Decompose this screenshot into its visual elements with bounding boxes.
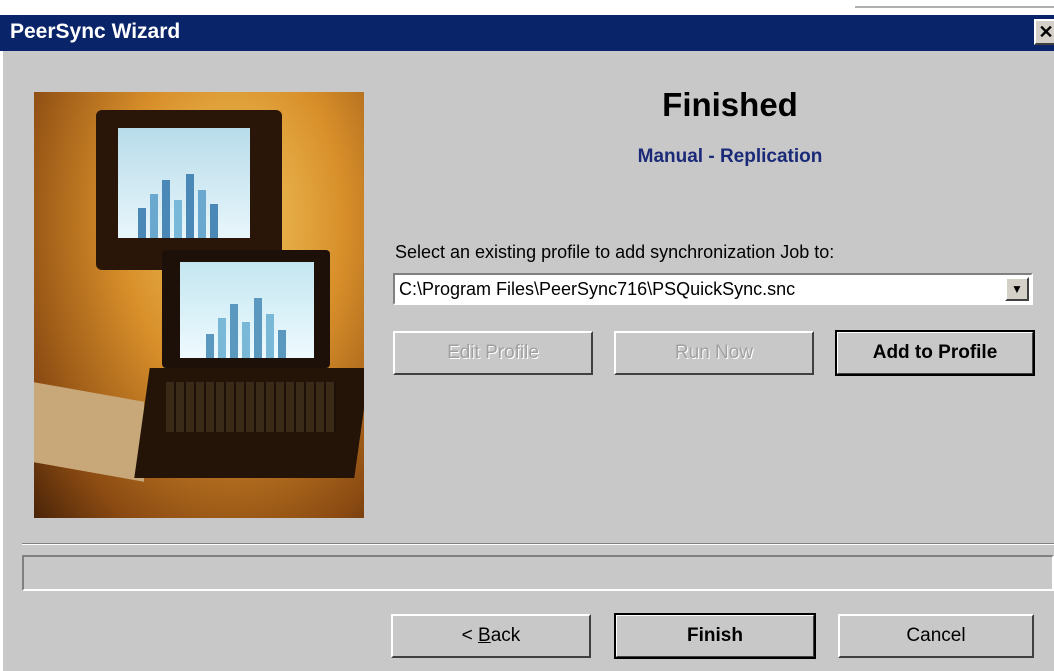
finish-button[interactable]: Finish <box>614 613 816 659</box>
dropdown-arrow-button[interactable]: ▼ <box>1005 277 1029 301</box>
wizard-illustration <box>34 92 364 518</box>
title-bar: PeerSync Wizard ✕ <box>0 15 1054 51</box>
back-button-prefix: < <box>461 625 479 646</box>
illustration-laptop-screen <box>180 262 314 358</box>
cancel-button[interactable]: Cancel <box>838 614 1034 658</box>
illustration-keyboard <box>34 382 144 482</box>
window-title: PeerSync Wizard <box>10 20 181 43</box>
illustration-monitor-screen <box>118 128 250 238</box>
window-left-edge <box>0 51 3 671</box>
chevron-down-icon: ▼ <box>1011 282 1023 296</box>
close-icon: ✕ <box>1038 22 1054 42</box>
separator-line <box>22 543 1054 545</box>
top-strip-line <box>855 6 1054 8</box>
page-title: Finished <box>662 86 798 123</box>
close-button[interactable]: ✕ <box>1034 19 1054 45</box>
top-strip <box>0 0 1054 15</box>
profile-select-label: Select an existing profile to add synchr… <box>395 242 835 262</box>
back-button-access-key: B <box>478 625 491 646</box>
run-now-button[interactable]: Run Now <box>614 331 814 375</box>
back-button-rest: ack <box>490 625 521 646</box>
back-button[interactable]: < Back <box>391 614 591 658</box>
profile-combobox-value: C:\Program Files\PeerSync716\PSQuickSync… <box>399 279 796 299</box>
add-to-profile-button[interactable]: Add to Profile <box>835 330 1035 376</box>
edit-profile-button[interactable]: Edit Profile <box>393 331 593 375</box>
profile-combobox[interactable]: C:\Program Files\PeerSync716\PSQuickSync… <box>393 273 1033 305</box>
status-panel <box>22 555 1054 591</box>
page-subtitle: Manual - Replication <box>637 146 823 167</box>
illustration-laptop-keys <box>166 382 336 432</box>
